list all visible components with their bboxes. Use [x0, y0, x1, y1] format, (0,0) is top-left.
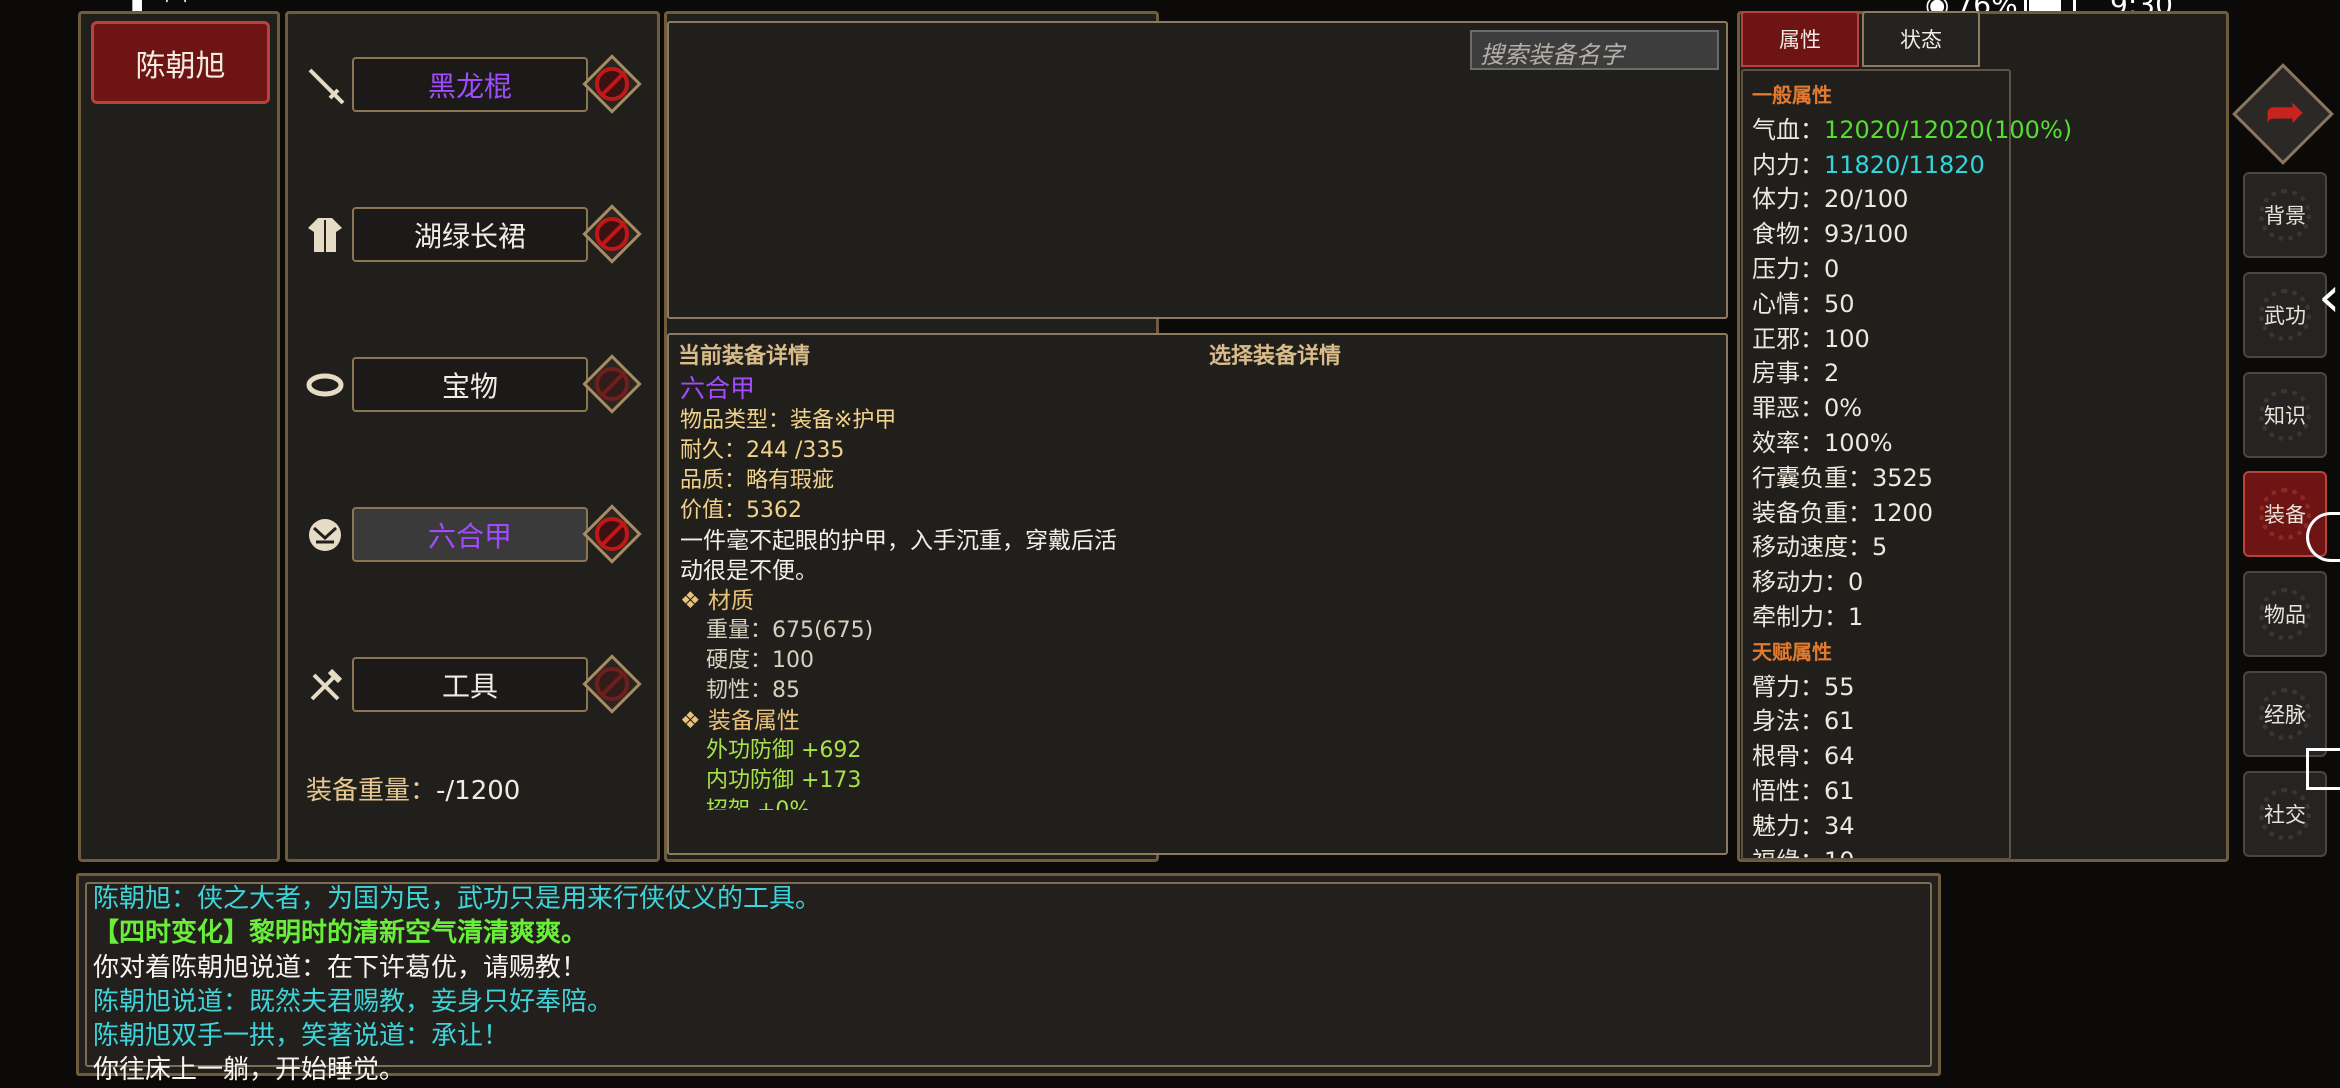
back-arrow-icon: ➦ — [2264, 84, 2306, 140]
item-detail: 六合甲 物品类型：装备※护甲 耐久：244 /335 品质：略有瑕疵 价值：53… — [680, 372, 1240, 810]
nav-background[interactable]: 背景 — [2243, 172, 2327, 258]
talent-row: 福缘：10 — [1752, 844, 2072, 858]
nav-knowledge[interactable]: 知识 — [2243, 372, 2327, 458]
unequip-weapon-button[interactable] — [582, 54, 642, 114]
message-log: 陈朝旭：侠之大者，为国为民，武功只是用来行侠仗义的工具。 【四时变化】黎明时的清… — [76, 873, 1941, 1085]
item-type: 物品类型：装备※护甲 — [680, 408, 897, 433]
forbidden-icon — [595, 517, 629, 551]
material-header: ❖ 材质 — [680, 588, 754, 614]
edge-back-gesture-icon: ‹ — [2318, 265, 2340, 330]
unequip-tool-button[interactable] — [582, 654, 642, 714]
item-desc-line1: 一件毫不起眼的护甲，入手沉重，穿戴后活 — [680, 528, 1117, 554]
selected-detail-header[interactable]: 选择装备详情 — [1209, 338, 1341, 370]
equipment-weight: 装备重量：-/1200 — [306, 770, 520, 807]
stat-row: 食物：93/100 — [1752, 220, 1909, 249]
talent-row: 根骨：64 — [1752, 742, 1855, 771]
nav-meridians[interactable]: 经脉 — [2243, 671, 2327, 757]
weight-label: 装备重量： — [306, 776, 437, 806]
unequip-treasure-button[interactable] — [582, 354, 642, 414]
edge-square-icon — [2306, 748, 2340, 790]
tab-attributes[interactable]: 属性 — [1741, 11, 1859, 67]
stat-row: 压力：0 — [1752, 254, 1840, 283]
log-line: 【四时变化】黎明时的清新空气清清爽爽。 — [93, 918, 588, 949]
slot-treasure-button[interactable]: 宝物 — [352, 357, 588, 412]
talent-row: 臂力：55 — [1752, 672, 1855, 701]
log-line: 你对着陈朝旭说道：在下许葛优，请赐教！ — [93, 952, 588, 983]
stat-row: 牵制力：1 — [1752, 602, 1864, 631]
unequip-clothing-button[interactable] — [582, 204, 642, 264]
log-line: 陈朝旭双手一拱，笑著说道：承让！ — [93, 1021, 510, 1052]
attribute-values: 一般属性 气血：12020/12020(100%) 内力：11820/11820… — [1752, 78, 2072, 858]
material-weight: 重量：675(675) — [706, 618, 874, 643]
tab-status[interactable]: 状态 — [1862, 11, 1980, 67]
forbidden-icon — [595, 367, 629, 401]
sword-icon — [302, 62, 348, 108]
search-input[interactable]: 搜索装备名字 — [1470, 30, 1719, 70]
material-hardness: 硬度：100 — [706, 648, 814, 673]
attr-parry: 招架 +0% — [680, 796, 1240, 810]
mp-value: 11820/11820 — [1824, 150, 1985, 179]
slot-tool-button[interactable]: 工具 — [352, 657, 588, 712]
log-line: 陈朝旭说道：既然夫君赐教，妾身只好奉陪。 — [93, 986, 614, 1017]
stat-row: 心情：50 — [1752, 289, 1855, 318]
tools-icon — [302, 663, 348, 709]
material-toughness: 韧性：85 — [706, 678, 800, 703]
stat-row: 装备负重：1200 — [1752, 498, 1934, 527]
robe-icon — [302, 212, 348, 258]
character-button[interactable]: 陈朝旭 — [91, 21, 270, 104]
stat-row: 移动速度：5 — [1752, 533, 1888, 562]
slot-weapon-button[interactable]: 黑龙棍 — [352, 57, 588, 112]
stat-row: 行囊负重：3525 — [1752, 463, 1934, 492]
equipment-slots-panel — [285, 11, 660, 862]
item-durability: 耐久：244 /335 — [680, 438, 845, 463]
attr-external-defense: 外功防御 +692 — [706, 738, 862, 763]
talent-row: 魅力：34 — [1752, 811, 1855, 840]
general-header: 一般属性 — [1752, 83, 1832, 107]
stat-row: 体力：20/100 — [1752, 185, 1909, 214]
character-panel — [78, 11, 280, 862]
nav-martial-arts[interactable]: 武功 — [2243, 272, 2327, 358]
stat-row: 正邪：100 — [1752, 324, 1870, 353]
hp-value: 12020/12020(100%) — [1824, 115, 2073, 144]
stat-row: 效率：100% — [1752, 428, 1893, 457]
item-value: 价值：5362 — [680, 498, 802, 523]
stat-row: 房事：2 — [1752, 359, 1840, 388]
talent-header: 天赋属性 — [1752, 639, 1832, 664]
attr-internal-defense: 内功防御 +173 — [706, 768, 862, 793]
equip-attr-header: ❖ 装备属性 — [680, 708, 800, 734]
weight-value: -/1200 — [436, 776, 521, 806]
item-name: 六合甲 — [680, 374, 756, 403]
unequip-armor-button[interactable] — [582, 504, 642, 564]
nav-items[interactable]: 物品 — [2243, 571, 2327, 657]
log-line: 你往床上一躺，开始睡觉。 — [93, 1055, 406, 1086]
stat-row: 罪恶：0% — [1752, 394, 1863, 423]
talent-row: 身法：61 — [1752, 707, 1855, 736]
item-quality: 品质：略有瑕疵 — [680, 468, 835, 493]
forbidden-icon — [595, 67, 629, 101]
talent-row: 悟性：61 — [1752, 776, 1855, 805]
forbidden-icon — [595, 217, 629, 251]
mp-row: 内力：11820/11820 — [1752, 150, 1985, 179]
current-detail-header[interactable]: 当前装备详情 — [678, 338, 810, 370]
slot-clothing-button[interactable]: 湖绿长裙 — [352, 207, 588, 262]
log-line: 陈朝旭：侠之大者，为国为民，武功只是用来行侠仗义的工具。 — [93, 884, 822, 914]
item-desc-line2: 动很是不便。 — [680, 558, 818, 584]
ring-icon — [302, 362, 348, 408]
armor-icon — [302, 512, 348, 558]
forbidden-icon — [595, 667, 629, 701]
stat-row: 移动力：0 — [1752, 568, 1864, 597]
hp-row: 气血：12020/12020(100%) — [1752, 115, 2073, 144]
slot-armor-button[interactable]: 六合甲 — [352, 507, 588, 562]
